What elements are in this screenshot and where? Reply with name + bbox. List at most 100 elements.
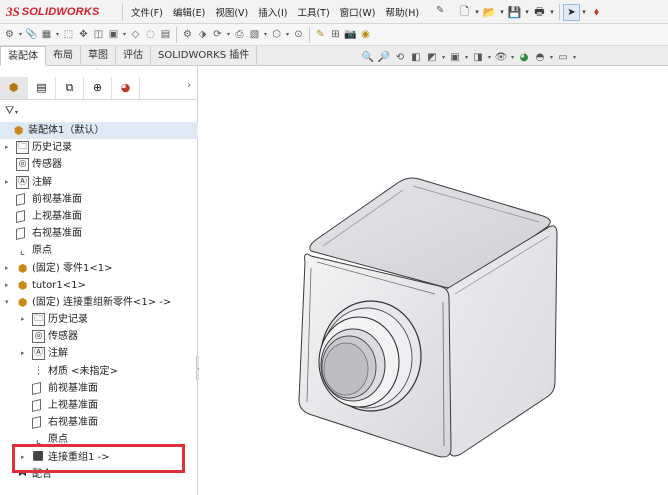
- expand-arrow-icon[interactable]: ▸: [5, 174, 13, 191]
- tab-3[interactable]: 评估: [116, 46, 151, 66]
- feature-manager-tab-icon[interactable]: ⬢: [0, 76, 28, 99]
- tree-item[interactable]: ▸ Ⓐ 注解: [0, 174, 198, 191]
- camera-icon[interactable]: 📷: [343, 26, 358, 43]
- filter-caret-icon[interactable]: ▾: [15, 109, 18, 116]
- menu-item[interactable]: 编辑(E): [168, 5, 210, 19]
- previous-view-icon[interactable]: ⟲: [392, 49, 408, 66]
- menu-item[interactable]: 工具(T): [292, 5, 334, 19]
- dimxpert-manager-tab-icon[interactable]: ⊕: [84, 76, 112, 99]
- 3d-model-view[interactable]: [199, 66, 668, 495]
- dropdown-arrow-icon[interactable]: ▾: [440, 49, 447, 66]
- dropdown-arrow-icon[interactable]: ▾: [225, 26, 232, 43]
- menu-item[interactable]: 帮助(H): [380, 5, 424, 19]
- tree-item[interactable]: ⌞ 原点: [0, 242, 198, 259]
- dropdown-arrow-icon[interactable]: ▾: [571, 49, 578, 66]
- dropdown-arrow-icon[interactable]: ▾: [486, 49, 493, 66]
- new-document-icon[interactable]: 🗋: [456, 4, 473, 21]
- tree-item[interactable]: ▸ 🗀 历史记录: [0, 311, 198, 328]
- menu-item[interactable]: 文件(F): [126, 5, 168, 19]
- tree-item[interactable]: 上视基准面: [0, 397, 198, 414]
- smart-dimension-icon[interactable]: ⊞: [328, 26, 343, 43]
- mate-icon[interactable]: 📎: [24, 26, 39, 43]
- dropdown-arrow-icon[interactable]: ▾: [548, 4, 556, 21]
- render-icon[interactable]: ◉: [358, 26, 373, 43]
- solidworks-logo[interactable]: 3S SOLIDWORKS: [6, 3, 100, 21]
- rebuild-icon[interactable]: ⬧: [588, 4, 605, 21]
- dropdown-arrow-icon[interactable]: ▾: [284, 26, 291, 43]
- menu-item[interactable]: 窗口(W): [335, 5, 381, 19]
- hide-show-items-icon[interactable]: 👁: [493, 49, 509, 66]
- tree-item[interactable]: ⬢ 装配体1（默认）: [0, 122, 198, 140]
- tab-0[interactable]: 装配体: [0, 46, 46, 66]
- tree-item[interactable]: ⋮ 材质 <未指定>: [0, 363, 198, 380]
- zoom-to-area-icon[interactable]: 🔎: [376, 49, 392, 66]
- dropdown-arrow-icon[interactable]: ▾: [473, 4, 481, 21]
- dropdown-arrow-icon[interactable]: ▾: [523, 4, 531, 21]
- panel-expand-arrow-icon[interactable]: ›: [187, 80, 191, 91]
- tab-1[interactable]: 布局: [46, 46, 81, 66]
- dropdown-arrow-icon[interactable]: ▾: [548, 49, 555, 66]
- expand-arrow-icon[interactable]: ▸: [5, 139, 13, 156]
- tree-item[interactable]: ▸ Ⓐ 注解: [0, 345, 198, 362]
- take-snapshot-icon[interactable]: ⎙: [232, 26, 247, 43]
- dropdown-arrow-icon[interactable]: ▾: [54, 26, 61, 43]
- tree-item[interactable]: 右视基准面: [0, 414, 198, 431]
- tab-4[interactable]: SOLIDWORKS 插件: [151, 46, 258, 66]
- menu-item[interactable]: 插入(I): [253, 5, 292, 19]
- expand-arrow-icon[interactable]: ▸: [5, 260, 13, 277]
- dropdown-arrow-icon[interactable]: ▾: [498, 4, 506, 21]
- bill-of-materials-icon[interactable]: ▤: [158, 26, 173, 43]
- instant3d-icon[interactable]: ⬗: [195, 26, 210, 43]
- tree-item[interactable]: ▸ ⬢ tutor1<1>: [0, 277, 198, 294]
- zoom-to-fit-icon[interactable]: 🔍: [360, 49, 376, 66]
- open-folder-icon[interactable]: 📂: [481, 4, 498, 21]
- edit-appearance-icon[interactable]: ◕: [516, 49, 532, 66]
- show-hidden-icon[interactable]: ◫: [91, 26, 106, 43]
- graphics-area[interactable]: [199, 66, 668, 495]
- display-style-icon[interactable]: ◨: [470, 49, 486, 66]
- expand-arrow-icon[interactable]: ▸: [5, 277, 13, 294]
- reference-geometry-icon[interactable]: ◇: [128, 26, 143, 43]
- tree-item[interactable]: ▸ 🗀 历史记录: [0, 139, 198, 156]
- update-icon[interactable]: ⟳: [210, 26, 225, 43]
- tree-item[interactable]: 前视基准面: [0, 380, 198, 397]
- panel-grip-icon[interactable]: ◦: [95, 66, 103, 74]
- tree-item[interactable]: ▾ ⬢ (固定) 连接重组新零件<1> ->: [0, 294, 198, 311]
- tree-item[interactable]: ◎ 传感器: [0, 328, 198, 345]
- pin-icon[interactable]: ✎: [436, 5, 444, 16]
- exploded-view-icon[interactable]: ⚙: [180, 26, 195, 43]
- insert-component-icon[interactable]: ⚙: [2, 26, 17, 43]
- new-motion-study-icon[interactable]: ◌: [143, 26, 158, 43]
- tree-item[interactable]: 前视基准面: [0, 191, 198, 208]
- tree-item[interactable]: ▸ ⬢ (固定) 零件1<1>: [0, 260, 198, 277]
- apply-scene-icon[interactable]: ◓: [532, 49, 548, 66]
- section-view-icon[interactable]: ◧: [408, 49, 424, 66]
- dropdown-arrow-icon[interactable]: ▾: [121, 26, 128, 43]
- hole-series-icon[interactable]: ⊙: [291, 26, 306, 43]
- collapse-arrow-icon[interactable]: ▾: [5, 294, 13, 311]
- tree-item[interactable]: 上视基准面: [0, 208, 198, 225]
- select-cursor-icon[interactable]: ➤: [563, 3, 580, 21]
- dropdown-arrow-icon[interactable]: ▾: [463, 49, 470, 66]
- print-icon[interactable]: 🖶: [531, 4, 548, 21]
- view-selector-icon[interactable]: ◩: [424, 49, 440, 66]
- dropdown-arrow-icon[interactable]: ▾: [509, 49, 516, 66]
- smart-fastener-icon[interactable]: ⬚: [61, 26, 76, 43]
- tab-2[interactable]: 草图: [81, 46, 116, 66]
- sketch-icon[interactable]: ✎: [313, 26, 328, 43]
- move-component-icon[interactable]: ✥: [76, 26, 91, 43]
- view-settings-icon[interactable]: ▭: [555, 49, 571, 66]
- property-manager-tab-icon[interactable]: ▤: [28, 76, 56, 99]
- dropdown-arrow-icon[interactable]: ▾: [17, 26, 24, 43]
- filter-icon[interactable]: ⛛: [5, 104, 14, 118]
- configuration-manager-tab-icon[interactable]: ⧉: [56, 76, 84, 99]
- expand-arrow-icon[interactable]: ▸: [21, 345, 29, 362]
- tree-item[interactable]: 右视基准面: [0, 225, 198, 242]
- assembly-features-icon[interactable]: ▣: [106, 26, 121, 43]
- tree-item[interactable]: ◎ 传感器: [0, 156, 198, 173]
- save-icon[interactable]: 💾: [506, 4, 523, 21]
- dropdown-arrow-icon[interactable]: ▾: [262, 26, 269, 43]
- linear-pattern-icon[interactable]: ▦: [39, 26, 54, 43]
- dropdown-arrow-icon[interactable]: ▾: [580, 4, 588, 21]
- view-orientation-icon[interactable]: ▣: [447, 49, 463, 66]
